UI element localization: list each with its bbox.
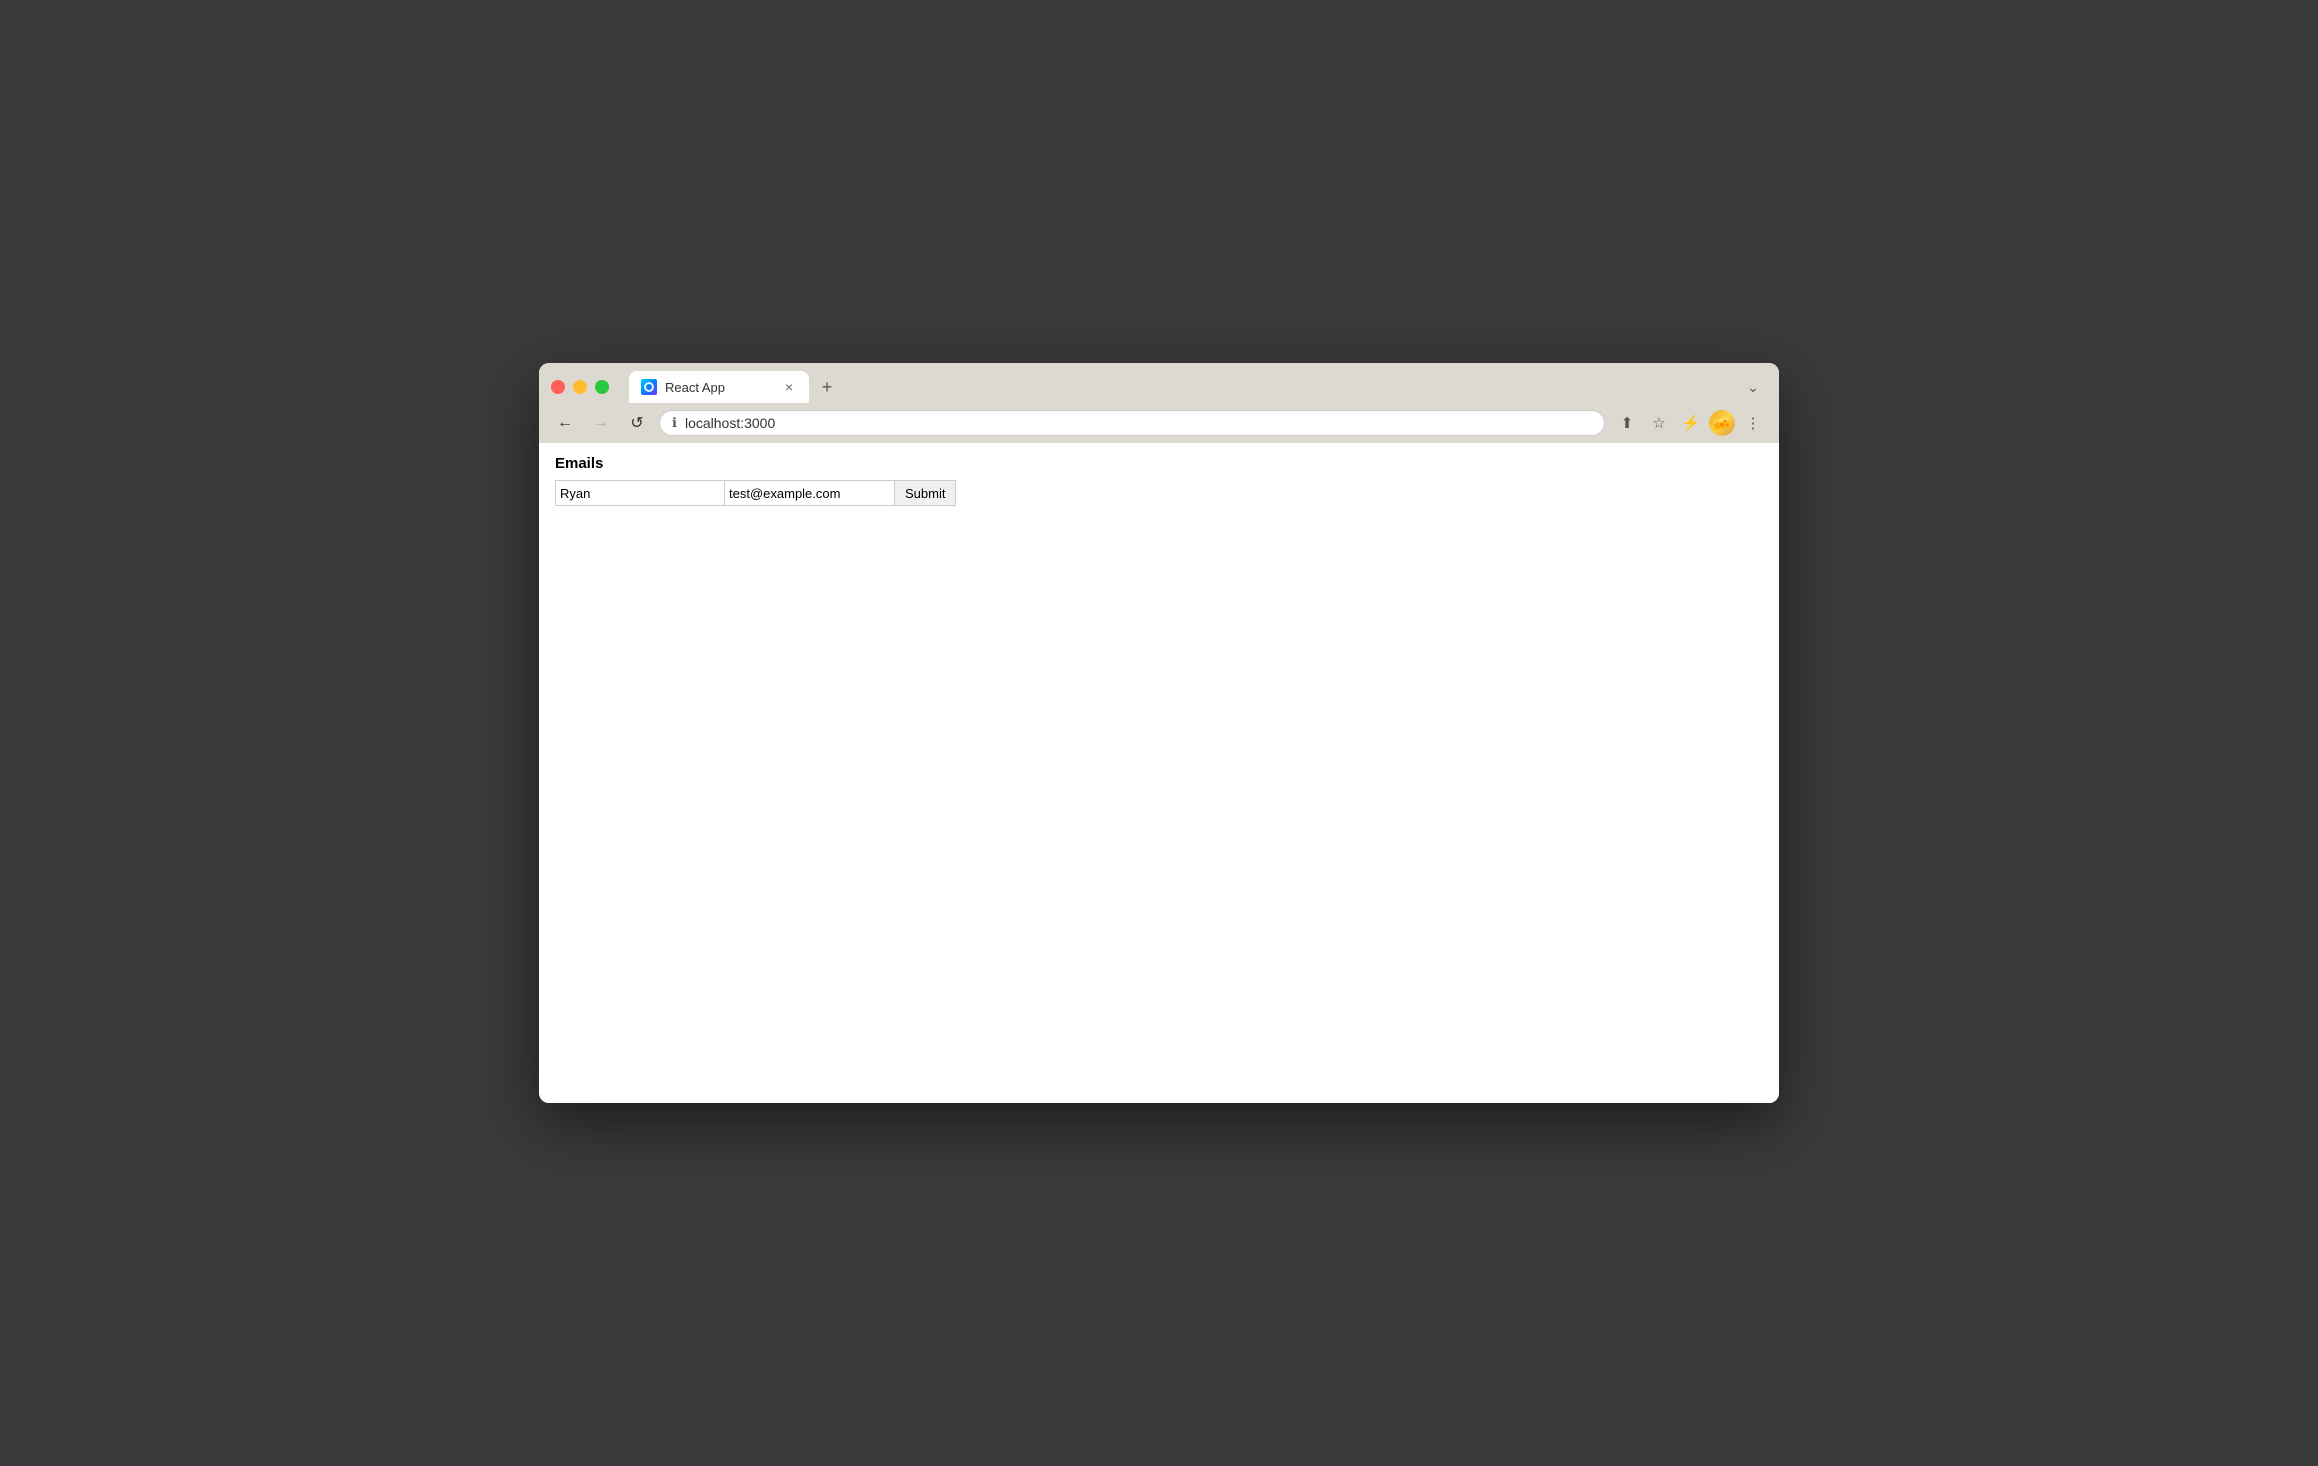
avatar[interactable]: 🧀 <box>1709 410 1735 436</box>
name-input[interactable] <box>555 480 725 506</box>
menu-button[interactable]: ⋮ <box>1739 409 1767 437</box>
page-heading: Emails <box>555 455 1763 472</box>
address-bar[interactable]: ℹ <box>659 410 1605 436</box>
close-button[interactable] <box>551 380 565 394</box>
page-content: Emails Submit <box>539 443 1779 1103</box>
window-controls <box>551 380 609 394</box>
address-input[interactable] <box>685 415 1592 431</box>
bookmark-button[interactable]: ☆ <box>1645 409 1673 437</box>
maximize-button[interactable] <box>595 380 609 394</box>
submit-button[interactable]: Submit <box>895 480 956 506</box>
email-form: Submit <box>555 480 1763 506</box>
share-button[interactable]: ⬆ <box>1613 409 1641 437</box>
minimize-button[interactable] <box>573 380 587 394</box>
active-tab[interactable]: React App × <box>629 371 809 403</box>
back-button[interactable]: ← <box>551 409 579 437</box>
tab-list-button[interactable]: ⌄ <box>1739 373 1767 401</box>
email-input[interactable] <box>725 480 895 506</box>
address-security-icon: ℹ <box>672 415 677 431</box>
tab-bar: React App × + ⌄ <box>539 363 1779 403</box>
extensions-button[interactable]: ⚡ <box>1677 409 1705 437</box>
tab-title: React App <box>665 380 773 395</box>
tab-close-button[interactable]: × <box>781 379 797 395</box>
reload-button[interactable]: ↺ <box>623 409 651 437</box>
forward-button[interactable]: → <box>587 409 615 437</box>
browser-window: React App × + ⌄ ← → ↺ ℹ ⬆ ☆ ⚡ 🧀 ⋮ <box>539 363 1779 1103</box>
nav-actions: ⬆ ☆ ⚡ 🧀 ⋮ <box>1613 409 1767 437</box>
tab-favicon-icon <box>641 379 657 395</box>
new-tab-button[interactable]: + <box>813 373 841 401</box>
title-bar: React App × + ⌄ ← → ↺ ℹ ⬆ ☆ ⚡ 🧀 ⋮ <box>539 363 1779 443</box>
nav-bar: ← → ↺ ℹ ⬆ ☆ ⚡ 🧀 ⋮ <box>539 403 1779 443</box>
